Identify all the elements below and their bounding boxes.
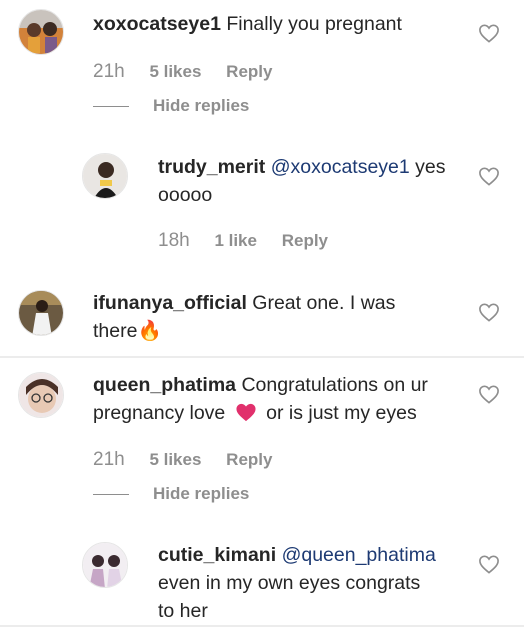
heart-outline-icon[interactable] xyxy=(478,302,500,322)
timestamp: 21h xyxy=(93,449,125,470)
username[interactable]: trudy_merit xyxy=(158,156,265,178)
avatar[interactable] xyxy=(82,153,128,199)
likes-count[interactable]: 5 likes xyxy=(149,450,201,469)
reply-button[interactable]: Reply xyxy=(282,231,328,250)
comment-meta: 21h 5 likes Reply xyxy=(93,449,292,471)
comment-text: queen_phatima Congratulations on ur preg… xyxy=(93,374,428,424)
likes-count[interactable]: 5 likes xyxy=(149,62,201,81)
reply-button[interactable]: Reply xyxy=(226,62,272,81)
mention-link[interactable]: @xoxocatseye1 xyxy=(271,156,410,178)
mention-link[interactable]: @queen_phatima xyxy=(282,544,436,566)
divider xyxy=(93,106,129,108)
username[interactable]: queen_phatima xyxy=(93,374,236,396)
hide-replies[interactable]: Hide replies xyxy=(93,96,249,116)
heart-outline-icon[interactable] xyxy=(478,384,500,404)
timestamp: 18h xyxy=(158,230,190,251)
username[interactable]: ifunanya_official xyxy=(93,292,247,314)
divider xyxy=(0,356,524,358)
avatar[interactable] xyxy=(82,542,128,588)
heart-outline-icon[interactable] xyxy=(478,554,500,574)
avatar[interactable] xyxy=(18,9,64,55)
comment-meta: 21h 5 likes Reply xyxy=(93,61,292,83)
heart-outline-icon[interactable] xyxy=(478,23,500,43)
divider xyxy=(93,494,129,496)
comment-text: ifunanya_official Great one. I was there… xyxy=(93,292,396,342)
likes-count[interactable]: 1 like xyxy=(214,231,257,250)
comment-meta: 18h 1 like Reply xyxy=(158,230,348,252)
heart-outline-icon[interactable] xyxy=(478,166,500,186)
hide-replies[interactable]: Hide replies xyxy=(93,484,249,504)
comment-text: cutie_kimani @queen_phatima even in my o… xyxy=(158,544,436,622)
avatar[interactable] xyxy=(18,372,64,418)
comment-text: trudy_merit @xoxocatseye1 yes ooooo xyxy=(158,156,446,206)
heart-emoji-icon xyxy=(236,403,256,422)
username[interactable]: xoxocatseye1 xyxy=(93,13,221,35)
comment-text: xoxocatseye1 Finally you pregnant xyxy=(93,13,402,35)
avatar[interactable] xyxy=(18,290,64,336)
username[interactable]: cutie_kimani xyxy=(158,544,276,566)
reply-button[interactable]: Reply xyxy=(226,450,272,469)
timestamp: 21h xyxy=(93,61,125,82)
